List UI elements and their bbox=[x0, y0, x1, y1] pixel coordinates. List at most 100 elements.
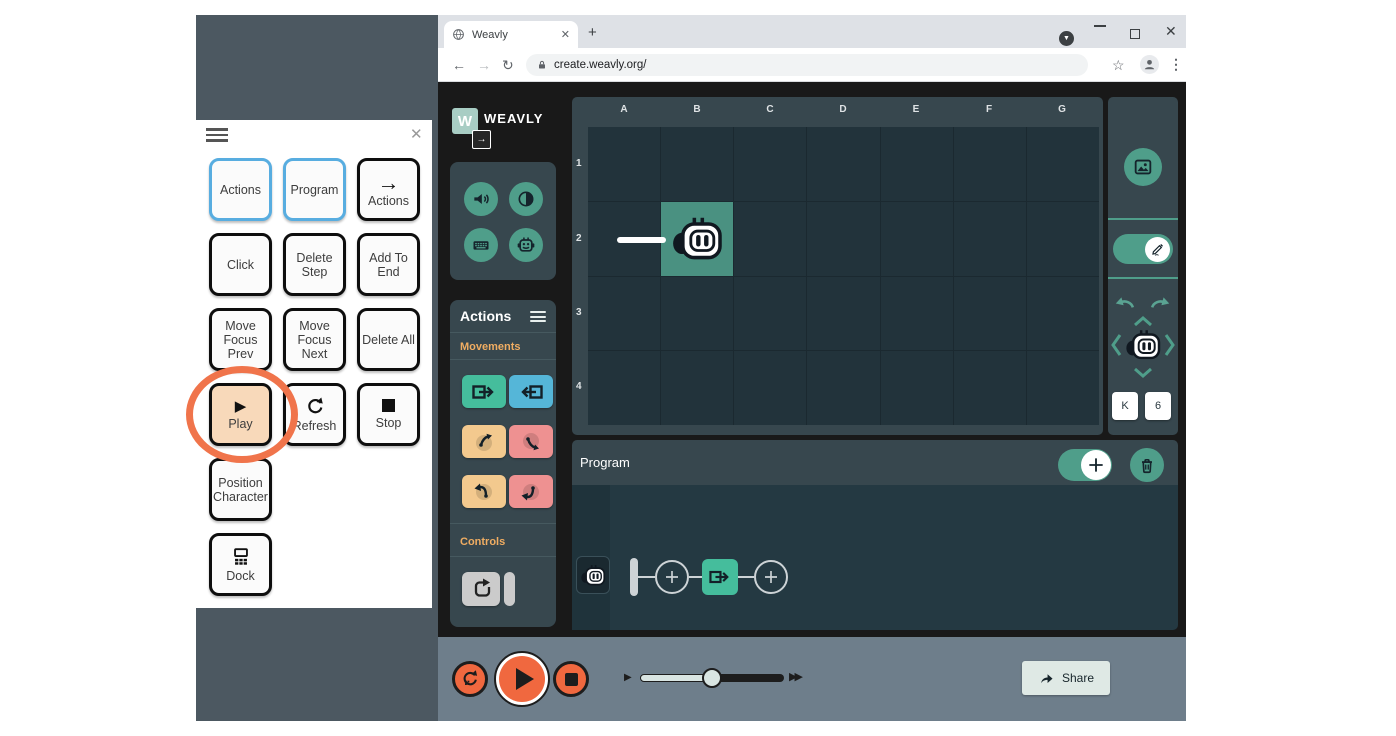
extension-icon[interactable]: ▼ bbox=[1059, 31, 1074, 46]
browser-menu-icon[interactable]: ⋮ bbox=[1169, 57, 1183, 71]
overlay-program-button[interactable]: Program bbox=[283, 158, 346, 221]
scene-row-header: 1 bbox=[576, 158, 582, 169]
keyboard-shortcuts-button[interactable] bbox=[464, 228, 498, 262]
browser-profile-avatar[interactable] bbox=[1140, 55, 1159, 74]
scene-row-header: 3 bbox=[576, 307, 582, 318]
chevron-down-icon bbox=[1133, 367, 1153, 378]
rotate-left-icon bbox=[1114, 296, 1135, 310]
turn-left-45-block[interactable] bbox=[462, 425, 506, 458]
bookmark-star-icon[interactable]: ☆ bbox=[1112, 58, 1125, 72]
character-select-button[interactable] bbox=[509, 228, 543, 262]
new-tab-button[interactable]: + bbox=[588, 25, 597, 40]
overlay-goto-actions-button[interactable]: → Actions bbox=[357, 158, 420, 221]
add-step-button-1[interactable] bbox=[655, 560, 689, 594]
overlay-delete-all-button[interactable]: Delete All bbox=[357, 308, 420, 371]
loop-block[interactable] bbox=[462, 572, 500, 606]
share-icon bbox=[1038, 670, 1055, 687]
dock-icon bbox=[230, 546, 252, 568]
character-column-input[interactable]: K bbox=[1112, 392, 1138, 420]
robot-character-icon bbox=[580, 564, 606, 587]
browser-tab[interactable]: Weavly ✕ bbox=[444, 21, 578, 48]
overlay-refresh-button[interactable]: Refresh bbox=[283, 383, 346, 446]
play-program-button[interactable] bbox=[494, 651, 550, 707]
url-text: create.weavly.org/ bbox=[554, 59, 646, 71]
audio-feedback-button[interactable] bbox=[464, 182, 498, 216]
divider bbox=[450, 359, 556, 360]
tab-title: Weavly bbox=[472, 29, 561, 41]
overlay-delete-step-label: Delete Step bbox=[287, 251, 342, 279]
robot-character-icon bbox=[670, 216, 724, 262]
play-button-face bbox=[499, 656, 545, 702]
overlay-add-to-end-button[interactable]: Add To End bbox=[357, 233, 420, 296]
forward-arrow-icon bbox=[471, 381, 497, 403]
overlay-actions-label: Actions bbox=[220, 183, 261, 197]
browser-forward-button[interactable]: → bbox=[477, 58, 491, 72]
turn-right-90-icon bbox=[519, 480, 543, 504]
move-backward-block[interactable] bbox=[509, 375, 553, 408]
overlay-delete-step-button[interactable]: Delete Step bbox=[283, 233, 346, 296]
scene-row-header: 2 bbox=[576, 233, 582, 244]
stop-icon bbox=[382, 399, 395, 412]
character-row-input[interactable]: 6 bbox=[1145, 392, 1171, 420]
turn-character-left-button[interactable] bbox=[1114, 296, 1135, 315]
tab-close-icon[interactable]: ✕ bbox=[561, 28, 570, 41]
controls-section-label: Controls bbox=[460, 536, 505, 548]
robot-face-icon bbox=[516, 235, 536, 255]
pen-toggle[interactable] bbox=[1113, 234, 1173, 264]
move-character-left-button[interactable] bbox=[1111, 333, 1122, 362]
refresh-scene-button[interactable] bbox=[452, 661, 488, 697]
grid-cell-D3 bbox=[807, 277, 879, 351]
share-label: Share bbox=[1062, 671, 1094, 685]
overlay-dock-button[interactable]: Dock bbox=[209, 533, 272, 596]
window-close-button[interactable]: ✕ bbox=[1165, 24, 1177, 38]
program-character-button[interactable] bbox=[576, 556, 610, 594]
background-image-button[interactable] bbox=[1124, 148, 1162, 186]
address-bar[interactable]: create.weavly.org/ bbox=[526, 54, 1088, 76]
turn-character-right-button[interactable] bbox=[1150, 296, 1171, 315]
overlay-close-icon[interactable]: ✕ bbox=[410, 127, 423, 142]
overlay-stop-button[interactable]: Stop bbox=[357, 383, 420, 446]
add-node-toggle[interactable] bbox=[1058, 449, 1112, 481]
plus-icon bbox=[1081, 450, 1111, 480]
divider bbox=[450, 332, 556, 333]
stop-program-button[interactable] bbox=[553, 661, 589, 697]
move-character-down-button[interactable] bbox=[1133, 365, 1153, 383]
overlay-actions-button[interactable]: Actions bbox=[209, 158, 272, 221]
share-button[interactable]: Share bbox=[1022, 661, 1110, 695]
overlay-menu-icon[interactable] bbox=[206, 128, 228, 142]
theme-contrast-button[interactable] bbox=[509, 182, 543, 216]
window-maximize-button[interactable] bbox=[1130, 29, 1140, 39]
program-step-forward-block[interactable] bbox=[702, 559, 738, 595]
overlay-move-focus-next-button[interactable]: Move Focus Next bbox=[283, 308, 346, 371]
overlay-click-button[interactable]: Click bbox=[209, 233, 272, 296]
overlay-dock-label: Dock bbox=[226, 569, 254, 583]
overlay-play-label: Play bbox=[228, 417, 252, 431]
move-character-right-button[interactable] bbox=[1164, 333, 1175, 362]
speaker-icon bbox=[471, 189, 491, 209]
browser-reload-button[interactable]: ↻ bbox=[502, 58, 514, 72]
overlay-play-button[interactable]: ▶ Play bbox=[209, 383, 272, 446]
turn-left-90-block[interactable] bbox=[462, 475, 506, 508]
actions-panel-menu-icon[interactable] bbox=[530, 311, 546, 322]
browser-back-button[interactable]: ← bbox=[452, 58, 466, 72]
move-forward-block[interactable] bbox=[462, 375, 506, 408]
grid-cell-B2-character[interactable] bbox=[661, 202, 733, 276]
turn-right-45-block[interactable] bbox=[509, 425, 553, 458]
speed-slider-track-right[interactable] bbox=[712, 674, 784, 682]
overlay-move-focus-prev-button[interactable]: Move Focus Prev bbox=[209, 308, 272, 371]
grid-cell-E2 bbox=[881, 202, 953, 276]
loop-end-block[interactable] bbox=[504, 572, 515, 606]
movements-section-label: Movements bbox=[460, 341, 521, 353]
overlay-move-focus-prev-label: Move Focus Prev bbox=[213, 319, 268, 361]
grid-cell-D4 bbox=[807, 351, 879, 425]
overlay-position-character-button[interactable]: Position Character bbox=[209, 458, 272, 521]
add-step-button-2[interactable] bbox=[754, 560, 788, 594]
speed-slider-thumb[interactable] bbox=[702, 668, 722, 688]
delete-program-button[interactable] bbox=[1130, 448, 1164, 482]
right-arrow-icon: → bbox=[378, 172, 400, 194]
turn-right-90-block[interactable] bbox=[509, 475, 553, 508]
grid-cell-F4 bbox=[954, 351, 1026, 425]
sequence-connector bbox=[738, 576, 754, 578]
character-row-value: 6 bbox=[1155, 400, 1161, 412]
window-minimize-button[interactable] bbox=[1094, 25, 1106, 27]
